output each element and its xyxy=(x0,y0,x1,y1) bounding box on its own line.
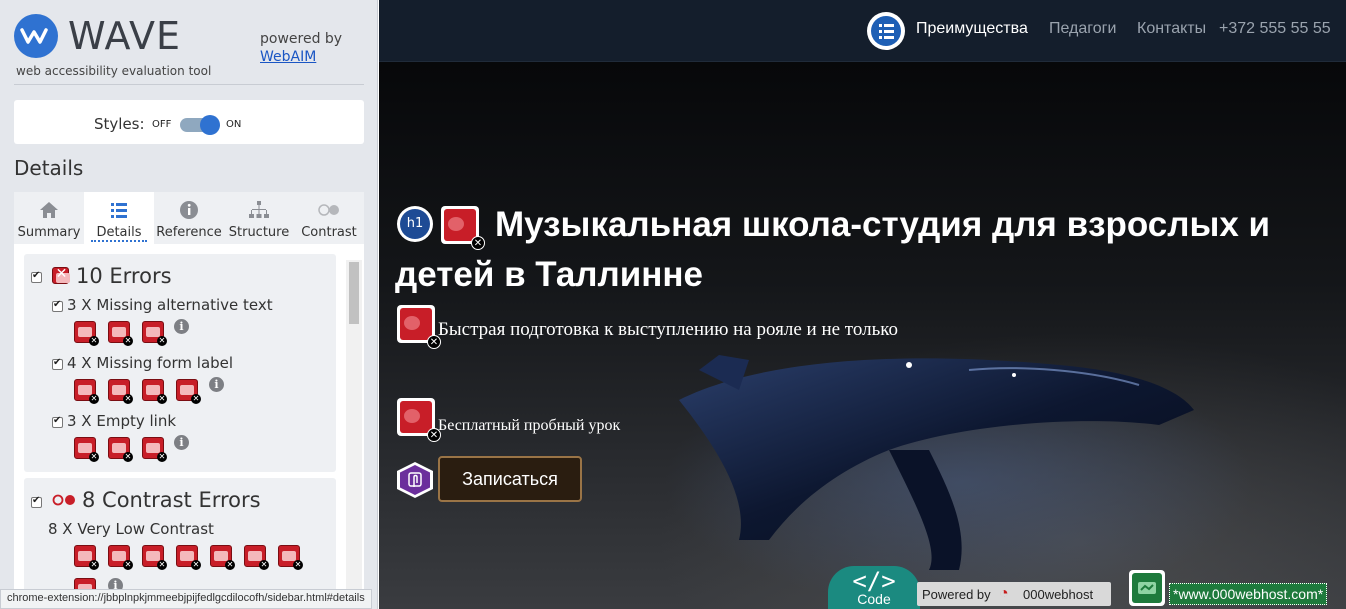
contrast-error-icon[interactable]: ✕ xyxy=(397,305,441,349)
empty-link-icon[interactable]: ✕ xyxy=(142,437,167,462)
tab-summary[interactable]: Summary xyxy=(14,192,84,244)
browser-status-url: chrome-extension://jbbplnpkjmmeebjpijfed… xyxy=(0,589,372,609)
tab-details[interactable]: Details xyxy=(84,192,154,244)
panel-scrollbar[interactable] xyxy=(346,260,362,594)
missing-label-label: 4 X Missing form label xyxy=(67,354,234,372)
piano-image xyxy=(679,355,1194,570)
wave-subtitle: web accessibility evaluation tool xyxy=(16,64,212,78)
site-nav: Преимущества Педагоги Контакты +372 555 … xyxy=(379,0,1346,62)
wave-sidebar: WAVE web accessibility evaluation tool p… xyxy=(0,0,378,609)
code-toggle[interactable]: </> Code xyxy=(828,566,920,609)
empty-link-label: 3 X Empty link xyxy=(67,412,177,430)
styles-label: Styles: xyxy=(94,115,145,133)
info-icon[interactable]: i xyxy=(174,319,189,334)
contrast-error-icon[interactable]: ✕ xyxy=(142,545,167,570)
contrast-error-icon[interactable]: ✕ xyxy=(176,545,201,570)
missing-alt-label: 3 X Missing alternative text xyxy=(67,296,273,314)
info-icon[interactable]: i xyxy=(209,377,224,392)
contrast-error-icon[interactable]: ✕ xyxy=(74,545,99,570)
info-icon[interactable]: i xyxy=(174,435,189,450)
contrast-error-icon[interactable]: ✕ xyxy=(210,545,235,570)
wave-list-icon[interactable] xyxy=(867,12,905,50)
contrast-title: 8 Contrast Errors xyxy=(82,488,261,512)
nav-advantages[interactable]: Преимущества xyxy=(916,20,1028,38)
details-panel: ✕ 10 Errors 3 X Missing alternative text… xyxy=(14,244,364,594)
code-label: Code xyxy=(857,591,891,607)
list-icon xyxy=(111,203,127,218)
missing-label-icon[interactable]: ✕ xyxy=(142,379,167,404)
contrast-error-icon[interactable]: ✕ xyxy=(244,545,269,570)
hero-subtitle: Быстрая подготовка к выступлению на роял… xyxy=(438,319,899,340)
empty-link-checkbox[interactable] xyxy=(52,415,63,428)
contrast-group: 8 Contrast Errors 8 X Very Low Contrast … xyxy=(24,478,336,594)
000webhost-logo-icon: ◔ xyxy=(999,585,1009,602)
info-icon xyxy=(180,201,198,219)
contrast-error-icon[interactable]: ✕ xyxy=(278,545,303,570)
footer-host-link[interactable]: *www.000webhost.com* xyxy=(1169,583,1328,605)
empty-link-icon[interactable]: ✕ xyxy=(108,437,133,462)
home-icon xyxy=(40,202,58,218)
nav-teachers[interactable]: Педагоги xyxy=(1049,20,1116,38)
toggle-off-label: OFF xyxy=(152,119,172,130)
powered-by-label: powered by xyxy=(260,31,343,47)
details-heading: Details xyxy=(14,156,84,180)
tab-contrast[interactable]: Contrast xyxy=(294,192,364,244)
tab-label: Summary xyxy=(17,225,81,240)
contrast-checkbox[interactable] xyxy=(31,495,42,508)
website-preview: Преимущества Педагоги Контакты +372 555 … xyxy=(379,0,1346,609)
signup-button[interactable]: Записаться xyxy=(438,456,582,502)
contrast-icon xyxy=(318,204,339,216)
hierarchy-icon xyxy=(249,201,269,218)
styles-toggle-box: Styles: OFF ON xyxy=(14,100,364,144)
missing-label-icon[interactable]: ✕ xyxy=(74,379,99,404)
errors-title: 10 Errors xyxy=(76,264,172,288)
panel-tabs: Summary Details Reference Structure Cont… xyxy=(14,192,364,244)
nav-contacts[interactable]: Контакты xyxy=(1137,20,1206,38)
error-x-icon: ✕ xyxy=(52,266,70,284)
link-alert-icon[interactable] xyxy=(1129,570,1165,606)
powered-by-label: Powered by xyxy=(922,587,991,602)
tab-label: Structure xyxy=(228,225,290,240)
errors-group: ✕ 10 Errors 3 X Missing alternative text… xyxy=(24,254,336,472)
contrast-error-icon xyxy=(52,494,75,506)
tab-label: Contrast xyxy=(301,225,357,240)
contrast-error-icon[interactable]: ✕ xyxy=(397,398,441,442)
hosting-badge[interactable]: Powered by ◔ 000webhost xyxy=(917,582,1111,606)
tab-reference[interactable]: Reference xyxy=(154,192,224,244)
empty-link-icon[interactable]: ✕ xyxy=(74,437,99,462)
scrollbar-thumb[interactable] xyxy=(349,262,359,324)
hosting-brand: 000webhost xyxy=(1023,587,1094,602)
very-low-contrast-label: 8 X Very Low Contrast xyxy=(48,520,214,538)
missing-alt-icon[interactable]: ✕ xyxy=(108,321,133,346)
missing-alt-icon[interactable]: ✕ xyxy=(74,321,99,346)
nav-phone[interactable]: +372 555 55 55 xyxy=(1219,20,1331,38)
missing-label-icon[interactable]: ✕ xyxy=(108,379,133,404)
tab-label: Reference xyxy=(156,225,222,240)
missing-label-checkbox[interactable] xyxy=(52,357,63,370)
toggle-on-label: ON xyxy=(226,119,242,130)
tab-structure[interactable]: Structure xyxy=(224,192,294,244)
tab-label: Details xyxy=(91,225,147,242)
wave-title: WAVE xyxy=(68,14,182,58)
hero-title: Музыкальная школа-студия для взрослых и … xyxy=(395,205,1271,294)
free-lesson-text: Бесплатный пробный урок xyxy=(438,417,621,434)
styles-toggle-knob[interactable] xyxy=(200,115,220,135)
webaim-link[interactable]: WebAIM xyxy=(260,49,316,65)
contrast-error-icon[interactable]: ✕ xyxy=(108,545,133,570)
divider xyxy=(14,84,364,85)
missing-alt-checkbox[interactable] xyxy=(52,299,63,312)
wave-logo-icon xyxy=(14,14,58,58)
missing-label-icon[interactable]: ✕ xyxy=(176,379,201,404)
missing-alt-icon[interactable]: ✕ xyxy=(142,321,167,346)
errors-checkbox[interactable] xyxy=(31,270,42,283)
